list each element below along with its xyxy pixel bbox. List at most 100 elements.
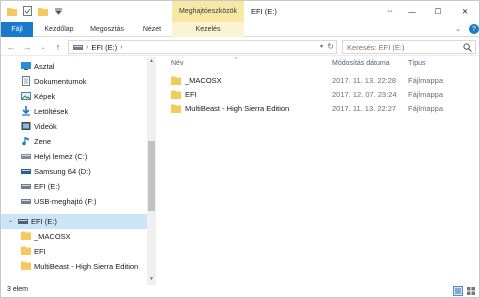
file-name: _MACOSX [185, 76, 222, 85]
tab-view[interactable]: Nézet [137, 22, 167, 37]
properties-icon[interactable] [21, 4, 33, 18]
maximize-button[interactable]: ☐ [425, 1, 451, 22]
column-header-name[interactable]: Név [171, 60, 183, 67]
forward-arrow-icon[interactable]: → [21, 40, 33, 54]
folder-icon [21, 231, 31, 241]
sidebar-item-desktop[interactable]: Asztal [1, 59, 147, 74]
sidebar-item-label: Videók [34, 122, 57, 131]
sidebar-item-label: Dokumentumok [34, 77, 87, 86]
folder-small-icon[interactable] [6, 4, 18, 18]
drive-icon [21, 166, 31, 176]
folder-icon [171, 76, 181, 85]
file-name: EFI [185, 90, 197, 99]
recent-locations-icon[interactable]: ⌄ [37, 40, 49, 54]
file-name: MultiBeast - High Sierra Edition [185, 104, 290, 113]
videos-icon [21, 121, 31, 131]
item-count: 3 elem [7, 286, 29, 293]
tab-home[interactable]: Kezdőlap [39, 22, 79, 37]
file-date: 2017. 12. 07. 23:24 [332, 90, 397, 99]
expand-ribbon-icon[interactable]: ⌄ [455, 25, 461, 33]
window-title: EFI (E:) [251, 7, 277, 16]
folder-icon [171, 90, 181, 99]
usb-drive-icon [21, 196, 31, 206]
help-icon[interactable]: ? [469, 24, 479, 34]
title-bar: Meghajtóeszközök EFI (E:) ⇔ — ☐ ✕ [1, 1, 479, 22]
sidebar-item-label: _MACOSX [34, 232, 71, 241]
folder-icon [21, 261, 31, 271]
close-button[interactable]: ✕ [452, 1, 478, 22]
drive-icon [18, 216, 28, 226]
sidebar-item-multibeast[interactable]: MultiBeast - High Sierra Edition [1, 259, 147, 274]
up-arrow-icon[interactable]: ↑ [52, 40, 64, 54]
sidebar-item-macosx[interactable]: _MACOSX [1, 229, 147, 244]
sidebar-item-efi[interactable]: EFI (E:) [1, 179, 147, 194]
sidebar-item-label: USB-meghajtó (F:) [34, 197, 97, 206]
collapse-chevron-icon[interactable]: ⌄ [8, 217, 13, 224]
tab-manage[interactable]: Kezelés [172, 22, 244, 37]
large-icons-view-icon[interactable] [466, 286, 476, 296]
address-bar[interactable]: › EFI (E:) › ▾ ↻ [68, 40, 337, 54]
sidebar-item-samsung[interactable]: Samsung 64 (D:) [1, 164, 147, 179]
sidebar-item-label: Samsung 64 (D:) [34, 167, 91, 176]
address-dropdown-icon[interactable]: ▾ [320, 43, 323, 50]
details-view-icon[interactable] [453, 286, 463, 296]
sidebar-item-label: Képek [34, 92, 56, 101]
search-icon [463, 43, 472, 54]
sidebar-item-label: EFI [34, 247, 46, 256]
sidebar-item-documents[interactable]: Dokumentumok [1, 74, 147, 89]
status-bar: 3 elem [1, 285, 479, 297]
file-list: ^ Név Módosítás dátuma Típus _MACOSX 201… [161, 57, 479, 285]
sidebar-item-videos[interactable]: Videók [1, 119, 147, 134]
pictures-icon [21, 91, 31, 101]
minimize-button[interactable]: — [399, 1, 425, 22]
scrollbar-thumb[interactable] [148, 141, 155, 211]
explorer-window: Meghajtóeszközök EFI (E:) ⇔ — ☐ ✕ Fájl K… [0, 0, 480, 298]
sidebar-item-downloads[interactable]: Letöltések [1, 104, 147, 119]
breadcrumb-separator-icon: › [120, 43, 123, 51]
breadcrumb[interactable]: EFI (E:) [91, 43, 117, 52]
sidebar-item-label: Asztal [34, 62, 55, 71]
context-tab-group-label: Meghajtóeszközök [172, 1, 244, 22]
file-date: 2017. 11. 13. 22:28 [332, 76, 397, 85]
sidebar-item-efi-drive[interactable]: ⌄ EFI (E:) [1, 214, 147, 229]
file-date: 2017. 11. 13. 22:27 [332, 104, 397, 113]
folder-icon [21, 246, 31, 256]
column-header-date[interactable]: Módosítás dátuma [332, 60, 390, 67]
folder-icon [171, 104, 181, 113]
file-type: Fájlmappa [408, 90, 444, 99]
table-row[interactable]: MultiBeast - High Sierra Edition 2017. 1… [161, 102, 479, 115]
search-input[interactable]: Keresés: EFI (E:) [342, 40, 476, 54]
sidebar-item-label: Helyi lemez (C:) [34, 152, 88, 161]
sidebar-item-music[interactable]: Zene [1, 134, 147, 149]
sidebar-item-label: Zene [34, 137, 52, 146]
ribbon-tabs: Fájl Kezdőlap Megosztás Nézet Kezelés ⌄ … [1, 22, 479, 37]
sidebar-item-pictures[interactable]: Képek [1, 89, 147, 104]
sidebar-item-usb[interactable]: USB-meghajtó (F:) [1, 194, 147, 209]
customize-toolbar-icon[interactable] [52, 4, 64, 18]
scroll-down-icon[interactable]: ▼ [148, 276, 155, 284]
table-row[interactable]: EFI 2017. 12. 07. 23:24 Fájlmappa [161, 88, 479, 101]
sidebar-item-label: MultiBeast - High Sierra Edition [34, 262, 139, 271]
scroll-up-icon[interactable]: ▲ [148, 58, 155, 66]
file-type: Fájlmappa [408, 104, 444, 113]
refresh-icon[interactable]: ↻ [327, 42, 334, 51]
sidebar-item-local-disk[interactable]: Helyi lemez (C:) [1, 149, 147, 164]
drive-icon [73, 44, 83, 50]
sidebar-item-label: Letöltések [34, 107, 69, 116]
documents-icon [21, 76, 31, 86]
new-folder-icon[interactable] [37, 4, 49, 18]
column-header-type[interactable]: Típus [408, 60, 426, 67]
tab-file[interactable]: Fájl [1, 22, 33, 37]
back-arrow-icon[interactable]: ← [5, 40, 17, 54]
tab-share[interactable]: Megosztás [85, 22, 129, 37]
table-row[interactable]: _MACOSX 2017. 11. 13. 22:28 Fájlmappa [161, 74, 479, 87]
resize-arrow-icon: ⇔ [386, 6, 394, 15]
local-disk-icon [21, 151, 31, 161]
sidebar-item-label: EFI (E:) [34, 182, 60, 191]
music-icon [21, 136, 31, 146]
sidebar-item-efi-folder[interactable]: EFI [1, 244, 147, 259]
sidebar-item-label: EFI (E:) [31, 217, 57, 226]
sidebar-scrollbar[interactable]: ▲ ▼ [147, 57, 156, 285]
drive-icon [21, 181, 31, 191]
downloads-icon [21, 106, 31, 116]
